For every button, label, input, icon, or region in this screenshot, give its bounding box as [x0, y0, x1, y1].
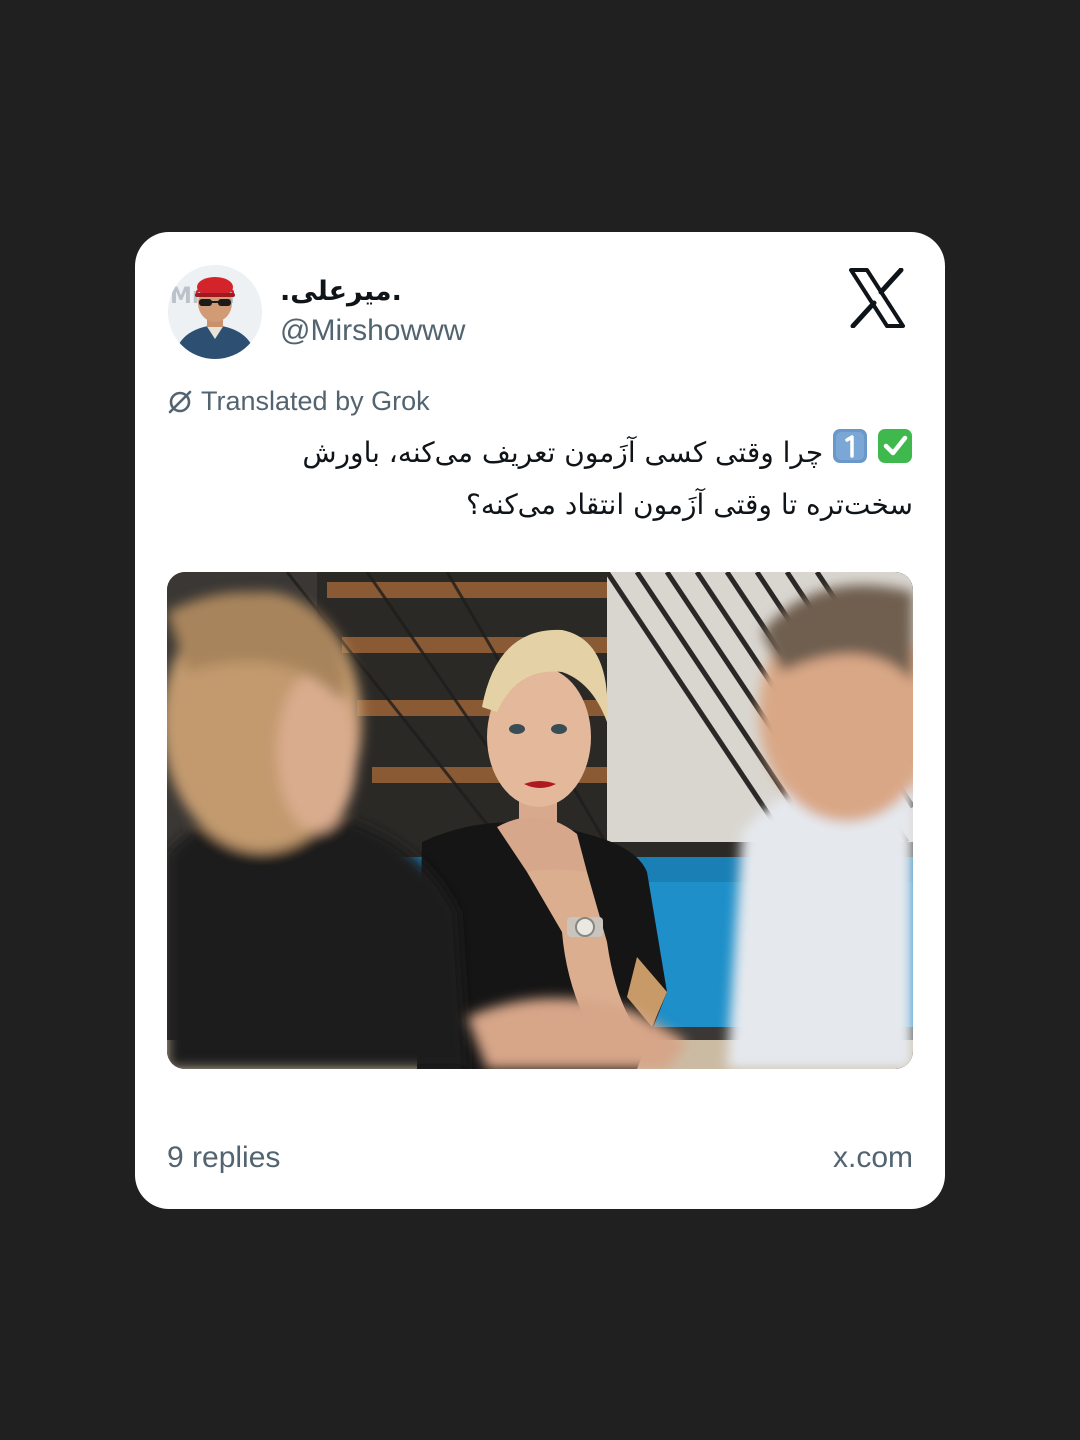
x-logo-icon[interactable] [848, 267, 906, 329]
replies-count[interactable]: 9 replies [167, 1141, 280, 1175]
keycap-one-icon [832, 428, 868, 480]
tweet-image[interactable] [167, 572, 913, 1069]
avatar[interactable]: MrAli [168, 265, 262, 359]
tweet-text-body: چرا وقتی کسی آزَمون تعریف می‌کنه، باورش … [302, 436, 913, 521]
white-heavy-check-mark-icon [877, 428, 913, 480]
display-name[interactable]: .میرعلی. [280, 276, 402, 307]
grok-icon [167, 389, 193, 415]
site-link[interactable]: x.com [833, 1141, 913, 1175]
tweet-card[interactable]: MrAli .میرعلی. @Mirshowww Tra [135, 232, 945, 1209]
user-handle[interactable]: @Mirshowww [280, 314, 465, 348]
translated-by-grok[interactable]: Translated by Grok [167, 386, 430, 417]
tweet-text: چرا وقتی کسی آزَمون تعریف می‌کنه، باورش … [195, 428, 913, 530]
translated-label: Translated by Grok [201, 386, 430, 416]
avatar-photo: MrAli [168, 265, 262, 359]
